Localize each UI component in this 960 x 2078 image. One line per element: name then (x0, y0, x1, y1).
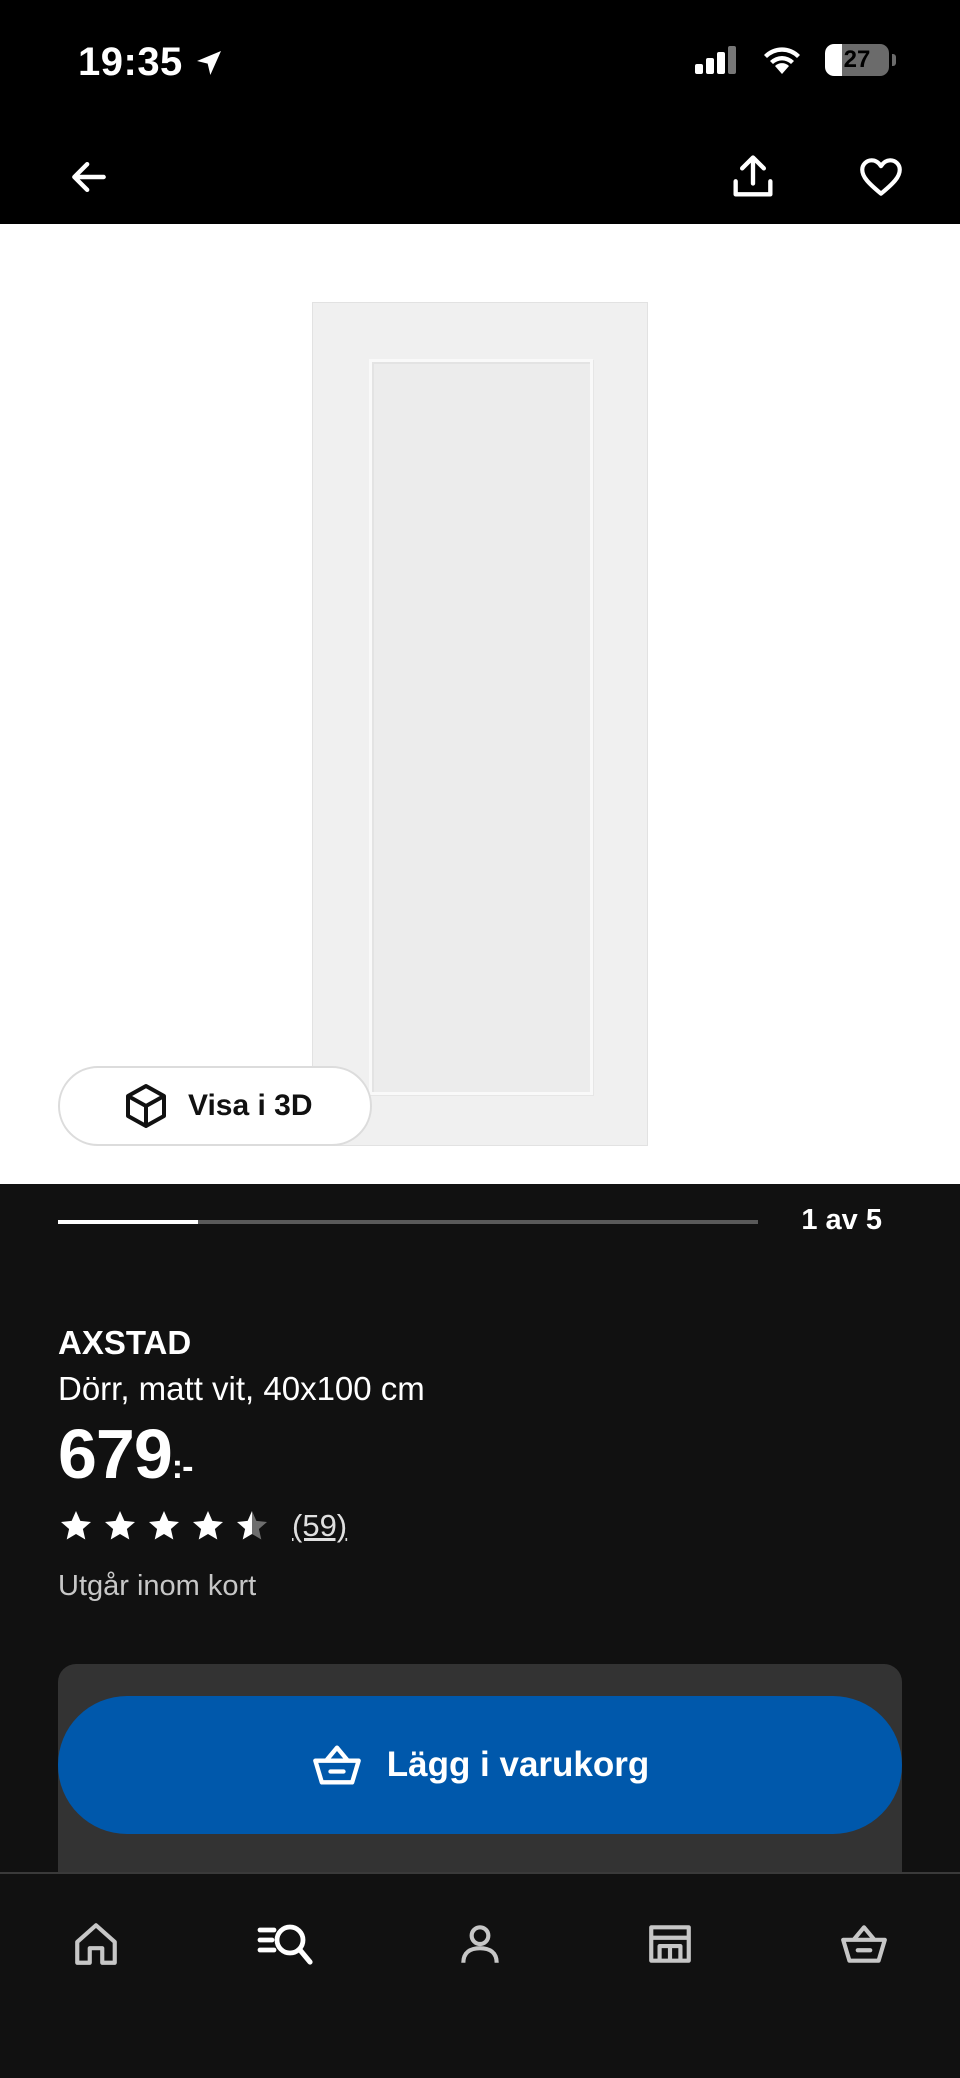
wifi-icon (764, 47, 800, 74)
heart-icon (860, 158, 902, 196)
bottom-tab-bar (0, 1872, 960, 2078)
share-button[interactable] (718, 142, 788, 212)
product-brand: AXSTAD (58, 1324, 192, 1361)
gallery-progress-bar (58, 1220, 758, 1224)
add-to-cart-button[interactable]: Lägg i varukorg (58, 1696, 902, 1834)
tab-search[interactable] (246, 1904, 326, 1984)
cellular-signal-icon (695, 46, 736, 74)
view-in-3d-label: Visa i 3D (188, 1089, 313, 1122)
product-image-gallery[interactable]: Visa i 3D (0, 224, 960, 1184)
product-image (312, 302, 648, 1146)
status-time: 19:35 (78, 40, 225, 85)
gallery-page-indicator: 1 av 5 (801, 1204, 882, 1236)
status-icons: 27 (693, 44, 896, 76)
top-navigation (0, 130, 960, 224)
cube-3d-icon (126, 1084, 166, 1128)
review-count-link[interactable]: (59) (292, 1508, 347, 1544)
status-bar: 19:35 27 (0, 0, 960, 130)
rating-stars (58, 1508, 270, 1544)
cart-tab-icon (841, 1925, 887, 1963)
favorite-button[interactable] (846, 142, 916, 212)
product-description: Dörr, matt vit, 40x100 cm (58, 1370, 425, 1407)
back-arrow-icon (72, 161, 106, 193)
gallery-progress-fill (58, 1220, 198, 1224)
share-icon (733, 155, 773, 197)
battery-level-text: 27 (843, 46, 871, 73)
availability-status: Utgår inom kort (58, 1570, 257, 1602)
product-price: 679:- (58, 1414, 194, 1494)
rating-star-icon (61, 1511, 91, 1540)
store-icon (649, 1925, 691, 1963)
rating-star-icon (105, 1511, 135, 1540)
time-text: 19:35 (78, 40, 183, 84)
search-icon (257, 1924, 313, 1965)
price-value: 679 (58, 1415, 173, 1493)
door-panel (369, 359, 593, 1095)
back-button[interactable] (54, 142, 124, 212)
price-suffix: :- (171, 1448, 194, 1486)
view-in-3d-button[interactable]: Visa i 3D (58, 1066, 372, 1146)
tab-cart[interactable] (824, 1904, 904, 1984)
profile-icon (461, 1925, 499, 1963)
product-rating[interactable]: (59) (58, 1508, 347, 1544)
cart-icon (312, 1745, 361, 1785)
tab-store[interactable] (630, 1904, 710, 1984)
rating-star-icon (193, 1511, 223, 1540)
add-to-cart-label: Lägg i varukorg (386, 1745, 650, 1784)
home-icon (75, 1923, 117, 1965)
tab-home[interactable] (56, 1904, 136, 1984)
rating-star-icon (149, 1511, 179, 1540)
rating-star-icon (237, 1511, 267, 1540)
battery-icon: 27 (825, 44, 889, 76)
location-arrow-icon (196, 50, 221, 75)
tab-profile[interactable] (440, 1904, 520, 1984)
